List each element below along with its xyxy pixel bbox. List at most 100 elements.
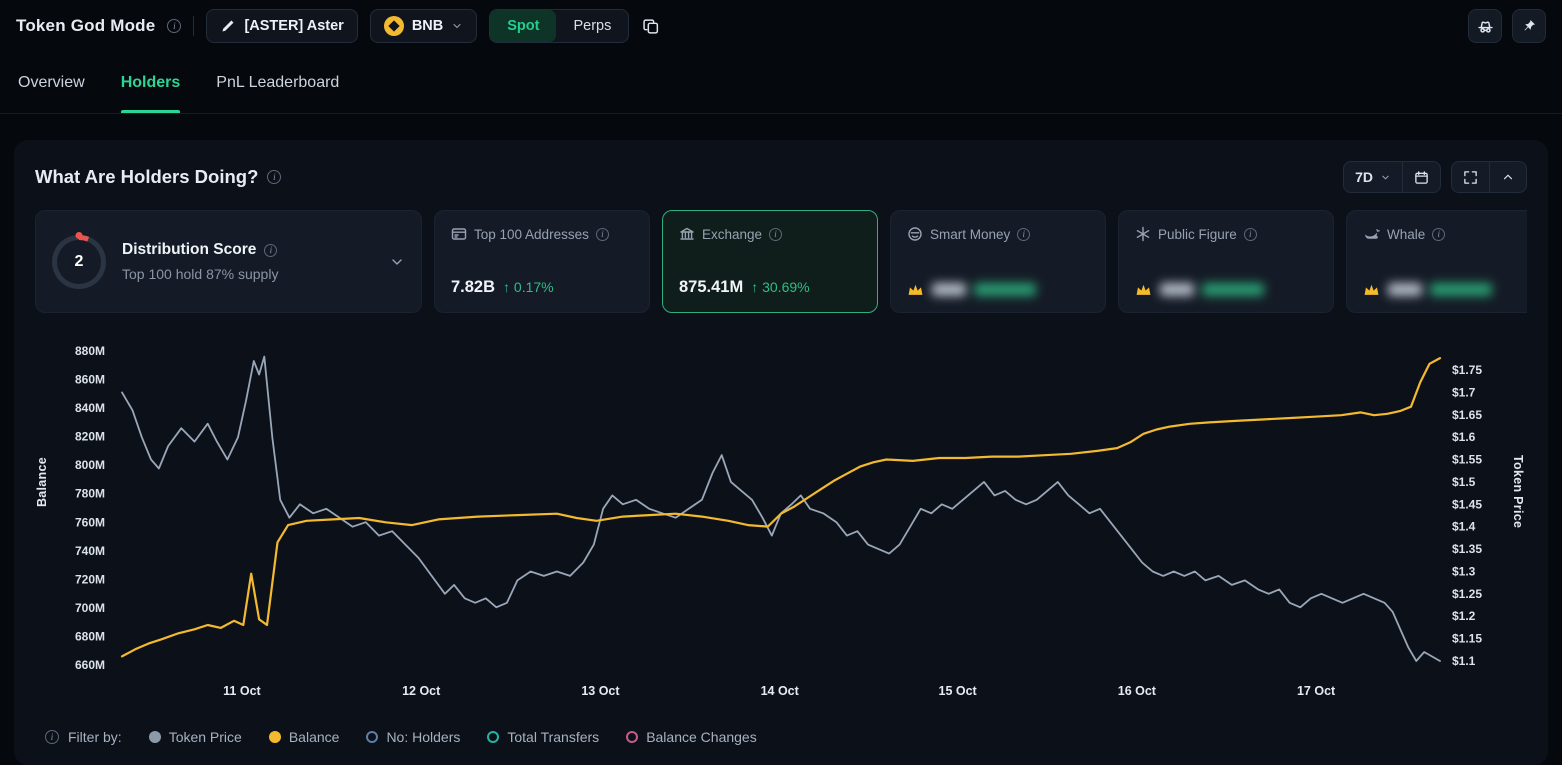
tab-bar: Overview Holders PnL Leaderboard [0,52,1562,114]
svg-text:$1.55: $1.55 [1452,453,1482,467]
svg-text:$1.7: $1.7 [1452,385,1476,399]
svg-text:880M: 880M [75,344,105,358]
stat-change: ↑ 30.69% [751,279,809,295]
crown-icon [1135,282,1152,297]
chevron-down-icon [451,20,463,32]
perps-toggle[interactable]: Perps [556,10,628,42]
crown-icon [907,282,924,297]
info-icon[interactable] [45,730,59,744]
blurred-value [1388,283,1422,296]
legend-balance-changes[interactable]: Balance Changes [626,729,757,745]
exchange-card[interactable]: Exchange 875.41M ↑ 30.69% [662,210,878,313]
left-axis-label: Balance [35,457,49,507]
stat-label: Exchange [702,227,762,242]
info-icon[interactable] [264,244,277,257]
view-controls [1451,161,1527,193]
tab-overview[interactable]: Overview [18,52,85,113]
info-icon[interactable] [1017,228,1030,241]
svg-text:17 Oct: 17 Oct [1297,684,1336,698]
tab-pnl-leaderboard[interactable]: PnL Leaderboard [216,52,339,113]
token-selector-button[interactable]: [ASTER] Aster [206,9,357,43]
public-figure-card[interactable]: Public Figure [1118,210,1334,313]
stat-value: 7.82B [451,278,495,297]
info-icon[interactable] [1244,228,1257,241]
calendar-icon [1414,170,1429,185]
distribution-score-card[interactable]: 2 Distribution Score Top 100 hold 87% su… [35,210,422,313]
app-title: Token God Mode [16,16,155,36]
svg-text:$1.45: $1.45 [1452,497,1482,511]
svg-text:13 Oct: 13 Oct [581,684,620,698]
right-axis-label: Token Price [1511,455,1525,528]
top-bar: Token God Mode [ASTER] Aster BNB Spot Pe… [0,0,1562,52]
svg-text:$1.3: $1.3 [1452,564,1476,578]
chain-selector-button[interactable]: BNB [370,9,477,43]
info-icon[interactable] [1432,228,1445,241]
market-toggle: Spot Perps [489,9,629,43]
info-icon[interactable] [267,170,281,184]
incognito-button[interactable] [1468,9,1502,43]
svg-text:800M: 800M [75,458,105,472]
chart-canvas[interactable]: 880M860M840M820M800M780M760M740M720M700M… [35,339,1527,711]
gauge-dot [76,232,83,239]
legend-token-price[interactable]: Token Price [149,729,242,745]
holders-chart[interactable]: Balance 880M860M840M820M800M780M760M740M… [35,339,1527,717]
collapse-button[interactable] [1490,162,1526,192]
top100-addresses-card[interactable]: Top 100 Addresses 7.82B ↑ 0.17% [434,210,650,313]
calendar-button[interactable] [1403,162,1440,192]
svg-text:660M: 660M [75,658,105,672]
stat-label: Smart Money [930,227,1010,242]
score-subtitle: Top 100 hold 87% supply [122,266,278,282]
svg-text:$1.65: $1.65 [1452,408,1482,422]
svg-text:740M: 740M [75,544,105,558]
info-icon[interactable] [596,228,609,241]
whale-icon [1363,226,1380,242]
no-holders-marker [366,731,378,743]
blurred-change [974,283,1036,296]
bnb-coin-icon [384,16,404,36]
svg-text:$1.6: $1.6 [1452,430,1476,444]
svg-text:$1.1: $1.1 [1452,654,1476,668]
svg-text:860M: 860M [75,373,105,387]
info-icon[interactable] [769,228,782,241]
public-figure-icon [1135,226,1151,242]
chevron-up-icon [1501,170,1515,184]
legend-label: Total Transfers [507,729,599,745]
svg-text:15 Oct: 15 Oct [939,684,978,698]
range-value: 7D [1355,169,1373,185]
blurred-value [932,283,966,296]
svg-text:16 Oct: 16 Oct [1118,684,1157,698]
smart-money-card[interactable]: Smart Money [890,210,1106,313]
holders-panel: What Are Holders Doing? 7D [14,140,1548,765]
chevron-down-icon [1380,172,1391,183]
svg-text:11 Oct: 11 Oct [223,684,261,698]
svg-text:$1.2: $1.2 [1452,609,1476,623]
svg-text:14 Oct: 14 Oct [761,684,800,698]
fullscreen-icon [1463,170,1478,185]
legend-balance[interactable]: Balance [269,729,340,745]
legend-no-holders[interactable]: No: Holders [366,729,460,745]
panel-title: What Are Holders Doing? [35,166,258,188]
svg-text:820M: 820M [75,430,105,444]
svg-text:760M: 760M [75,515,105,529]
stat-label: Public Figure [1158,227,1237,242]
blurred-value [1160,283,1194,296]
range-dropdown[interactable]: 7D [1344,162,1403,192]
score-value: 2 [75,253,84,271]
chevron-down-icon[interactable] [389,254,405,270]
svg-text:$1.25: $1.25 [1452,587,1482,601]
pin-button[interactable] [1512,9,1546,43]
filter-row: Filter by: Token Price Balance No: Holde… [35,729,1527,745]
legend-label: Balance Changes [646,729,757,745]
stat-value: 875.41M [679,278,743,297]
incognito-icon [1477,18,1494,35]
tab-holders[interactable]: Holders [121,52,181,113]
blurred-change [1430,283,1492,296]
spot-toggle[interactable]: Spot [490,10,556,42]
info-icon[interactable] [167,19,181,33]
svg-text:780M: 780M [75,487,105,501]
svg-text:$1.35: $1.35 [1452,542,1482,556]
fullscreen-button[interactable] [1452,162,1490,192]
legend-total-transfers[interactable]: Total Transfers [487,729,599,745]
whale-card[interactable]: Whale [1346,210,1527,313]
copy-button[interactable] [641,9,662,43]
